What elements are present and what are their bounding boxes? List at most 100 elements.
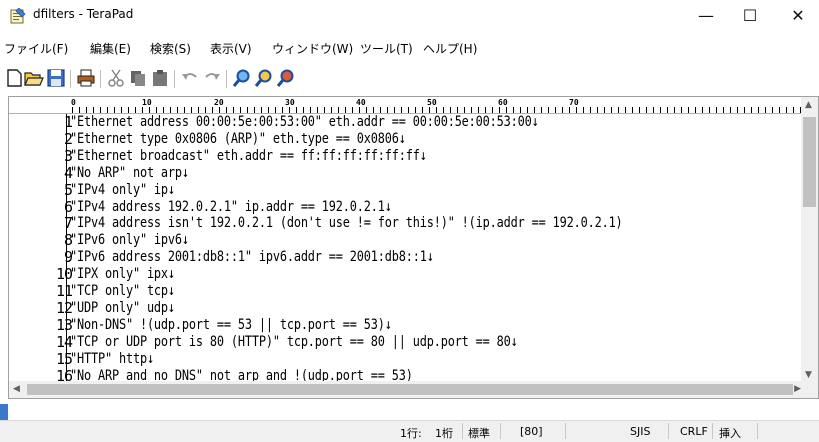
- menu-edit[interactable]: 編集(E): [90, 40, 131, 57]
- toolbar-separator: [70, 70, 71, 88]
- status-separator: [757, 423, 758, 439]
- status-encoding[interactable]: SJIS: [630, 425, 650, 438]
- menu-help[interactable]: ヘルプ(H): [423, 40, 477, 57]
- menu-file[interactable]: ファイル(F): [4, 40, 68, 57]
- open-folder-icon[interactable]: [24, 68, 44, 88]
- ruler-label: 10: [142, 98, 152, 107]
- find-icon[interactable]: [232, 68, 252, 88]
- line-number: 16: [55, 366, 73, 385]
- ruler-label: 0: [71, 98, 76, 107]
- new-file-icon[interactable]: [4, 68, 24, 88]
- status-separator: [668, 423, 669, 439]
- vertical-scroll-thumb[interactable]: [803, 117, 816, 207]
- status-column: 1桁: [435, 427, 453, 440]
- ruler-label: 20: [214, 98, 224, 107]
- text-line[interactable]: "Ethernet broadcast" eth.addr == ff:ff:f…: [70, 148, 427, 163]
- cut-icon[interactable]: [106, 68, 126, 88]
- line-number: 1: [63, 113, 73, 131]
- text-line[interactable]: "IPv6 only" ipv6↓: [70, 233, 189, 248]
- ruler-ticks: [72, 107, 807, 113]
- ruler-label: 30: [285, 98, 295, 107]
- text-line[interactable]: "Ethernet type 0x0806 (ARP)" eth.type ==…: [70, 131, 406, 146]
- text-line[interactable]: "UDP only" udp↓: [70, 300, 175, 315]
- line-number: 13: [55, 315, 73, 334]
- line-number: 3: [63, 146, 73, 165]
- menu-tools[interactable]: ツール(T): [360, 40, 413, 57]
- title-bar: dfilters - TeraPad — ☐ ✕: [0, 0, 819, 31]
- status-bar: 1行: 1桁 標準 [80] SJIS CRLF 挿入: [0, 420, 819, 442]
- toolbar-separator: [100, 70, 101, 88]
- status-newline[interactable]: CRLF: [680, 425, 708, 438]
- line-number-gutter: 1 2 3 4 5 6 7 8 9 10 11 12 13 14 15 16: [9, 113, 73, 385]
- text-line[interactable]: "IPv4 only" ip↓: [70, 182, 175, 197]
- line-number: 15: [55, 349, 73, 368]
- window-title: dfilters - TeraPad: [33, 7, 134, 21]
- text-line[interactable]: "IPv4 address 192.0.2.1" ip.addr == 192.…: [70, 199, 392, 214]
- ruler-label: 50: [427, 98, 437, 107]
- text-line[interactable]: "HTTP" http↓: [70, 351, 154, 366]
- find-next-icon[interactable]: [254, 68, 274, 88]
- text-line[interactable]: "TCP only" tcp↓: [70, 284, 175, 299]
- ruler-label: 60: [498, 98, 508, 107]
- close-button[interactable]: ✕: [775, 0, 819, 31]
- toolbar-separator: [226, 70, 227, 88]
- line-number: 9: [63, 248, 73, 267]
- line-number: 14: [55, 332, 73, 351]
- ruler-label: 40: [356, 98, 366, 107]
- copy-icon[interactable]: [128, 68, 148, 88]
- text-line[interactable]: "No ARP" not arp↓: [70, 165, 189, 180]
- status-separator: [462, 423, 463, 439]
- line-number: 6: [63, 197, 73, 216]
- scrollbar-corner: [801, 381, 818, 398]
- menu-view[interactable]: 表示(V): [210, 40, 252, 57]
- toolbar-separator: [174, 70, 175, 88]
- text-line[interactable]: "No ARP and no DNS" not arp and !(udp.po…: [70, 368, 413, 383]
- line-number: 11: [55, 282, 73, 300]
- text-area[interactable]: "Ethernet address 00:00:5e:00:53:00" eth…: [70, 114, 810, 384]
- line-number: 12: [55, 298, 73, 317]
- status-char-code: [80]: [520, 425, 543, 438]
- scroll-up-icon[interactable]: ▲: [805, 100, 812, 110]
- minimize-button[interactable]: —: [683, 0, 729, 31]
- scroll-right-icon[interactable]: ▶: [794, 384, 801, 394]
- line-number: 2: [63, 129, 73, 148]
- paste-icon[interactable]: [150, 68, 170, 88]
- text-line[interactable]: "IPv4 address isn't 192.0.2.1 (don't use…: [70, 216, 623, 231]
- find-prev-icon[interactable]: [276, 68, 296, 88]
- line-number: 8: [63, 231, 73, 250]
- print-icon[interactable]: [76, 68, 96, 88]
- ruler-label: 70: [569, 98, 579, 107]
- line-number: 4: [63, 163, 73, 182]
- status-row: 1行:: [400, 427, 422, 440]
- menu-window[interactable]: ウィンドウ(W): [272, 40, 353, 57]
- redo-icon[interactable]: [202, 68, 222, 88]
- undo-icon[interactable]: [180, 68, 200, 88]
- status-mode: 標準: [468, 427, 490, 440]
- menu-bar: ファイル(F) 編集(E) 検索(S) 表示(V) ウィンドウ(W) ツール(T…: [0, 40, 819, 62]
- text-line[interactable]: "Non-DNS" !(udp.port == 53 || tcp.port =…: [70, 317, 392, 332]
- scroll-down-icon[interactable]: ▼: [805, 370, 812, 380]
- toolbar: [0, 64, 819, 94]
- line-number: 10: [55, 265, 73, 284]
- horizontal-scroll-thumb[interactable]: [27, 384, 793, 395]
- status-separator: [565, 423, 566, 439]
- ruler: 0 10 20 30 40 50 60 70: [9, 97, 807, 114]
- status-insert-mode[interactable]: 挿入: [719, 425, 741, 441]
- status-separator: [500, 423, 501, 439]
- scroll-left-icon[interactable]: ◀: [13, 384, 20, 394]
- gutter-divider: [66, 114, 67, 384]
- maximize-button[interactable]: ☐: [727, 0, 773, 31]
- status-separator: [712, 423, 713, 439]
- horizontal-scrollbar[interactable]: ◀ ▶: [9, 381, 805, 398]
- text-line[interactable]: "IPv6 address 2001:db8::1" ipv6.addr == …: [70, 250, 434, 265]
- text-line[interactable]: "TCP or UDP port is 80 (HTTP)" tcp.port …: [70, 334, 518, 349]
- menu-search[interactable]: 検索(S): [150, 40, 191, 57]
- line-number: 7: [63, 214, 73, 233]
- line-number: 5: [63, 180, 73, 199]
- app-icon: [10, 8, 26, 24]
- save-icon[interactable]: [46, 68, 66, 88]
- text-line[interactable]: "IPX only" ipx↓: [70, 267, 175, 282]
- vertical-scrollbar[interactable]: ▲ ▼: [801, 97, 818, 383]
- editor[interactable]: 0 10 20 30 40 50 60 70 1 2 3 4 5 6 7 8 9 10 11 12 13…: [8, 96, 819, 399]
- text-line[interactable]: "Ethernet address 00:00:5e:00:53:00" eth…: [70, 115, 539, 130]
